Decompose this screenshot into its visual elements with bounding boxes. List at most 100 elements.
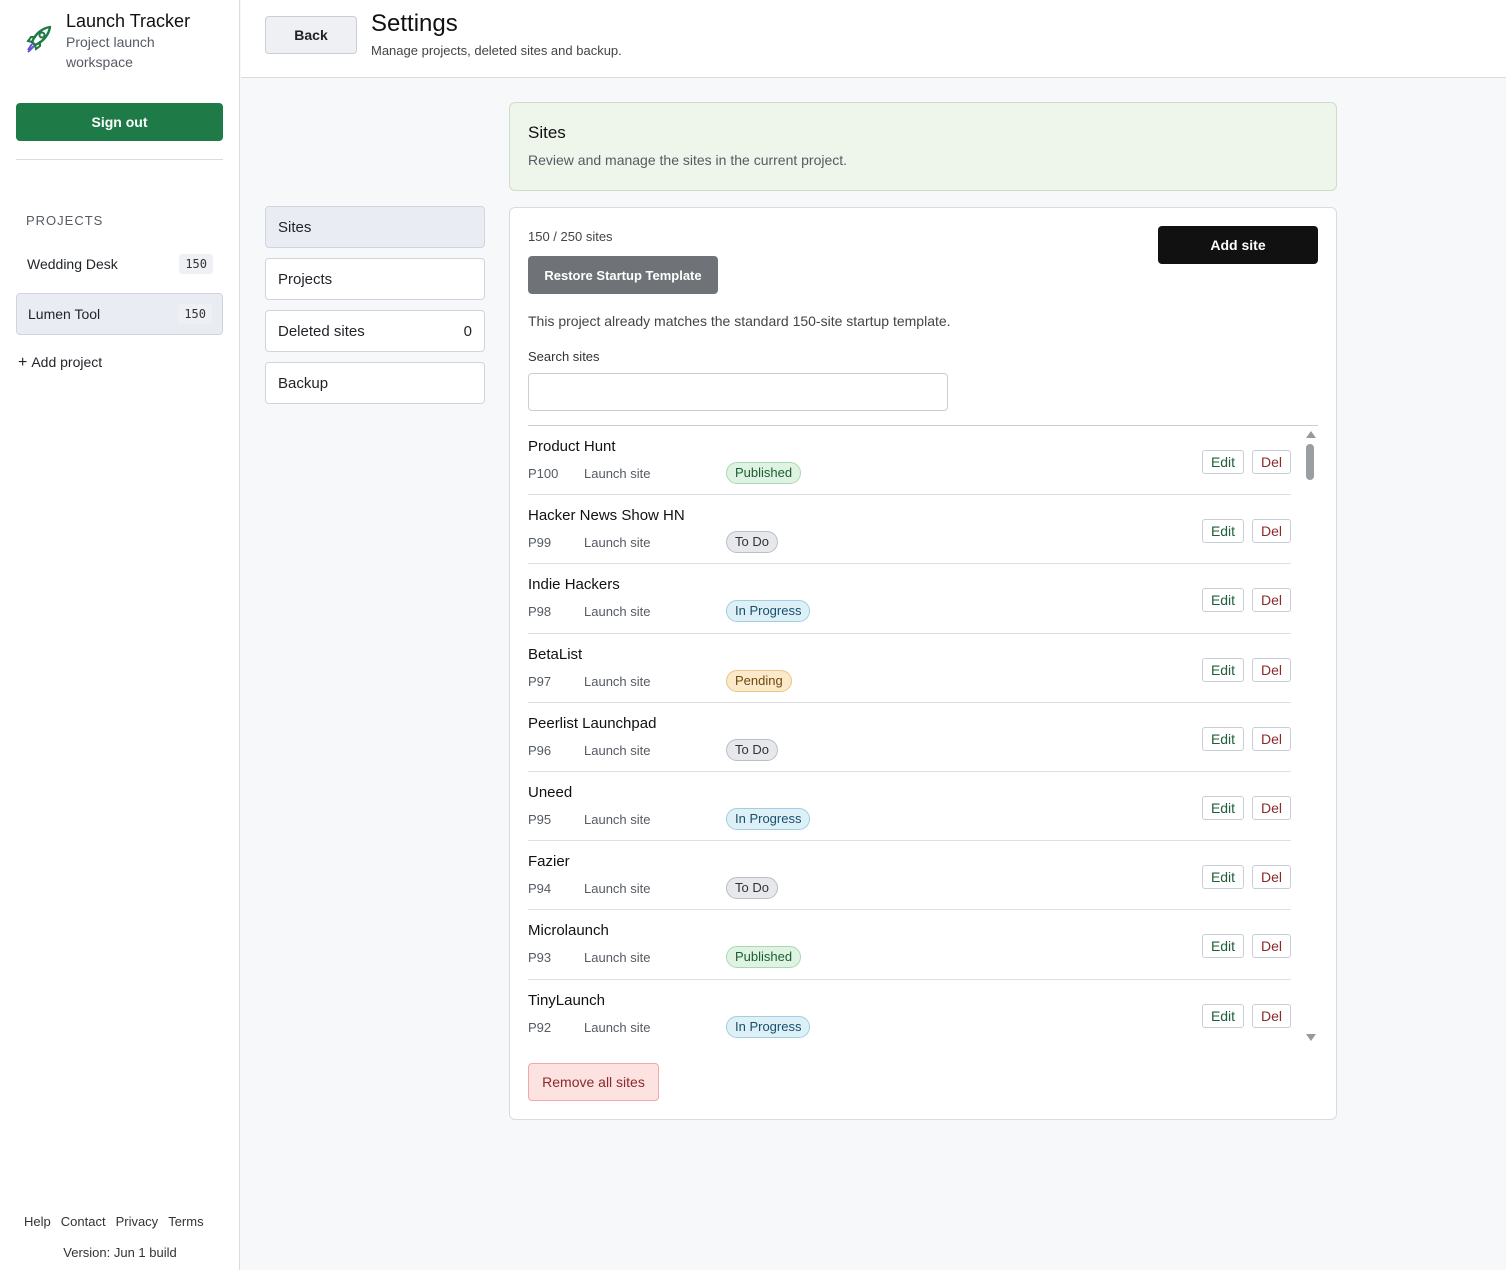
status-badge: To Do bbox=[726, 738, 778, 761]
site-type: Launch site bbox=[584, 535, 651, 551]
scrollbar[interactable] bbox=[1305, 426, 1318, 1048]
status-badge: In Progress bbox=[726, 1015, 811, 1038]
edit-site-button[interactable]: Edit bbox=[1202, 934, 1244, 959]
search-label: Search sites bbox=[528, 349, 600, 364]
banner-title: Sites bbox=[528, 123, 566, 142]
site-type: Launch site bbox=[584, 1019, 651, 1035]
menu-label: Projects bbox=[278, 270, 333, 288]
sidebar-item-wedding-desk[interactable]: Wedding Desk 150 bbox=[16, 243, 223, 285]
settings-tab-sites[interactable]: Sites bbox=[265, 206, 485, 248]
sign-out-button[interactable]: Sign out bbox=[16, 103, 223, 141]
status-badge: To Do bbox=[726, 877, 778, 900]
site-id: P95 bbox=[528, 811, 552, 827]
settings-tab-backup[interactable]: Backup bbox=[265, 362, 485, 404]
projects-section-label: PROJECTS bbox=[26, 213, 104, 228]
site-type: Launch site bbox=[584, 881, 651, 897]
delete-site-button[interactable]: Del bbox=[1252, 795, 1291, 820]
site-id: P99 bbox=[528, 535, 552, 551]
add-site-button[interactable]: Add site bbox=[1158, 226, 1318, 264]
terms-link[interactable]: Terms bbox=[168, 1214, 203, 1229]
back-button[interactable]: Back bbox=[265, 16, 357, 54]
delete-site-button[interactable]: Del bbox=[1252, 519, 1291, 544]
sites-banner: Sites Review and manage the sites in the… bbox=[509, 102, 1337, 191]
edit-site-button[interactable]: Edit bbox=[1202, 519, 1244, 544]
delete-site-button[interactable]: Del bbox=[1252, 657, 1291, 682]
status-badge: In Progress bbox=[726, 807, 811, 830]
site-name: Product Hunt bbox=[528, 438, 616, 455]
site-name: Peerlist Launchpad bbox=[528, 714, 657, 732]
site-name: BetaList bbox=[528, 645, 583, 663]
site-id: P94 bbox=[528, 881, 552, 897]
edit-site-button[interactable]: Edit bbox=[1202, 450, 1244, 474]
site-id: P96 bbox=[528, 742, 552, 758]
delete-site-button[interactable]: Del bbox=[1252, 1003, 1291, 1028]
site-type: Launch site bbox=[584, 742, 651, 758]
sidebar-divider bbox=[16, 159, 223, 160]
remove-all-sites-button[interactable]: Remove all sites bbox=[528, 1063, 659, 1101]
status-badge: In Progress bbox=[726, 600, 811, 623]
site-row: Product Hunt P100 Launch site Published Edit… bbox=[528, 426, 1291, 496]
project-count-badge: 150 bbox=[178, 304, 212, 324]
project-name: Wedding Desk bbox=[27, 256, 118, 272]
menu-label: Backup bbox=[278, 374, 329, 392]
site-type: Launch site bbox=[584, 950, 651, 966]
template-note: This project already matches the standar… bbox=[528, 313, 951, 329]
site-name: Uneed bbox=[528, 783, 573, 801]
scrollbar-thumb[interactable] bbox=[1306, 444, 1314, 480]
delete-site-button[interactable]: Del bbox=[1252, 588, 1291, 613]
delete-site-button[interactable]: Del bbox=[1252, 450, 1291, 474]
page-header: Back Settings Manage projects, deleted s… bbox=[241, 0, 1506, 78]
app-title: Launch Tracker bbox=[66, 11, 191, 31]
delete-site-button[interactable]: Del bbox=[1252, 934, 1291, 959]
edit-site-button[interactable]: Edit bbox=[1202, 1003, 1244, 1028]
scroll-up-icon[interactable] bbox=[1306, 431, 1316, 438]
edit-site-button[interactable]: Edit bbox=[1202, 657, 1244, 682]
site-row: BetaList P97 Launch site Pending Edit Del bbox=[528, 634, 1291, 703]
edit-site-button[interactable]: Edit bbox=[1202, 726, 1244, 751]
settings-tab-projects[interactable]: Projects bbox=[265, 258, 485, 300]
status-badge: Published bbox=[726, 462, 802, 484]
project-name: Lumen Tool bbox=[28, 306, 101, 322]
settings-tab-deleted-sites[interactable]: Deleted sites 0 bbox=[265, 310, 485, 352]
brand: Launch Tracker Project launch workspace bbox=[20, 10, 190, 72]
sites-panel: 150 / 250 sites Add site Restore Startup… bbox=[509, 207, 1337, 1120]
edit-site-button[interactable]: Edit bbox=[1202, 865, 1244, 890]
status-badge: Pending bbox=[726, 669, 792, 692]
menu-label: Deleted sites bbox=[278, 322, 365, 340]
version-label: Version: Jun 1 build bbox=[63, 1245, 177, 1260]
add-project-link[interactable]: + Add project bbox=[18, 354, 102, 372]
site-name: TinyLaunch bbox=[528, 991, 605, 1009]
restore-template-button[interactable]: Restore Startup Template bbox=[528, 256, 718, 294]
status-badge: Published bbox=[726, 946, 802, 969]
search-input[interactable] bbox=[528, 373, 948, 411]
site-row: Uneed P95 Launch site In Progress Edit Del bbox=[528, 772, 1291, 842]
page-title: Settings bbox=[371, 10, 458, 37]
site-name: Fazier bbox=[528, 853, 570, 871]
site-row: Fazier P94 Launch site To Do Edit Del bbox=[528, 841, 1291, 911]
contact-link[interactable]: Contact bbox=[61, 1214, 106, 1229]
site-count-text: 150 / 250 sites bbox=[528, 229, 613, 244]
site-id: P92 bbox=[528, 1019, 552, 1035]
edit-site-button[interactable]: Edit bbox=[1202, 795, 1244, 820]
footer-links: Help Contact Privacy Terms bbox=[24, 1214, 204, 1229]
delete-site-button[interactable]: Del bbox=[1252, 726, 1291, 751]
add-project-label: Add project bbox=[31, 354, 103, 370]
app-subtitle: Project launch workspace bbox=[66, 34, 155, 70]
site-row: Peerlist Launchpad P96 Launch site To Do Edi… bbox=[528, 703, 1291, 772]
sidebar-item-lumen-tool[interactable]: Lumen Tool 150 bbox=[16, 293, 223, 335]
site-name: Microlaunch bbox=[528, 922, 609, 940]
privacy-link[interactable]: Privacy bbox=[116, 1214, 159, 1229]
site-id: P93 bbox=[528, 950, 552, 966]
project-count-badge: 150 bbox=[179, 254, 213, 274]
edit-site-button[interactable]: Edit bbox=[1202, 588, 1244, 613]
delete-site-button[interactable]: Del bbox=[1252, 865, 1291, 890]
site-row: TinyLaunch P92 Launch site In Progress Edit D… bbox=[528, 980, 1291, 1048]
site-id: P98 bbox=[528, 604, 552, 620]
sidebar: Launch Tracker Project launch workspace … bbox=[0, 0, 240, 1270]
site-type: Launch site bbox=[584, 811, 651, 827]
help-link[interactable]: Help bbox=[24, 1214, 51, 1229]
site-list: Product Hunt P100 Launch site Published Edit… bbox=[528, 425, 1318, 1048]
scroll-down-icon[interactable] bbox=[1306, 1034, 1316, 1041]
site-id: P100 bbox=[528, 466, 559, 481]
site-id: P97 bbox=[528, 673, 552, 689]
